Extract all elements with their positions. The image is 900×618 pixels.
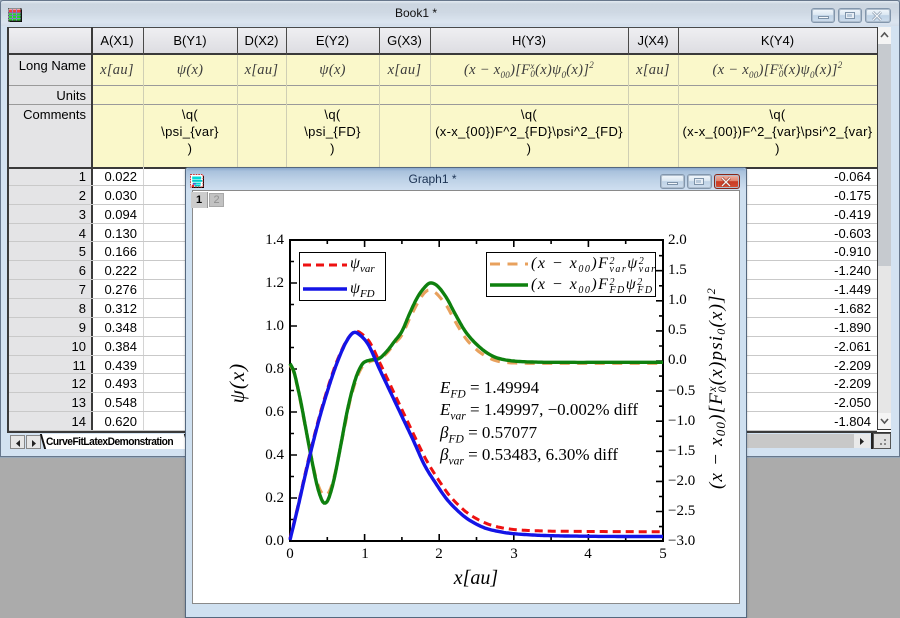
svg-text:x[au]: x[au] xyxy=(453,567,498,589)
svg-text:(x − x00)[Fx0(x)psi0(x)]2: (x − x00)[Fx0(x)psi0(x)]2 xyxy=(704,287,729,489)
svg-text:ψ(x): ψ(x) xyxy=(225,363,249,403)
